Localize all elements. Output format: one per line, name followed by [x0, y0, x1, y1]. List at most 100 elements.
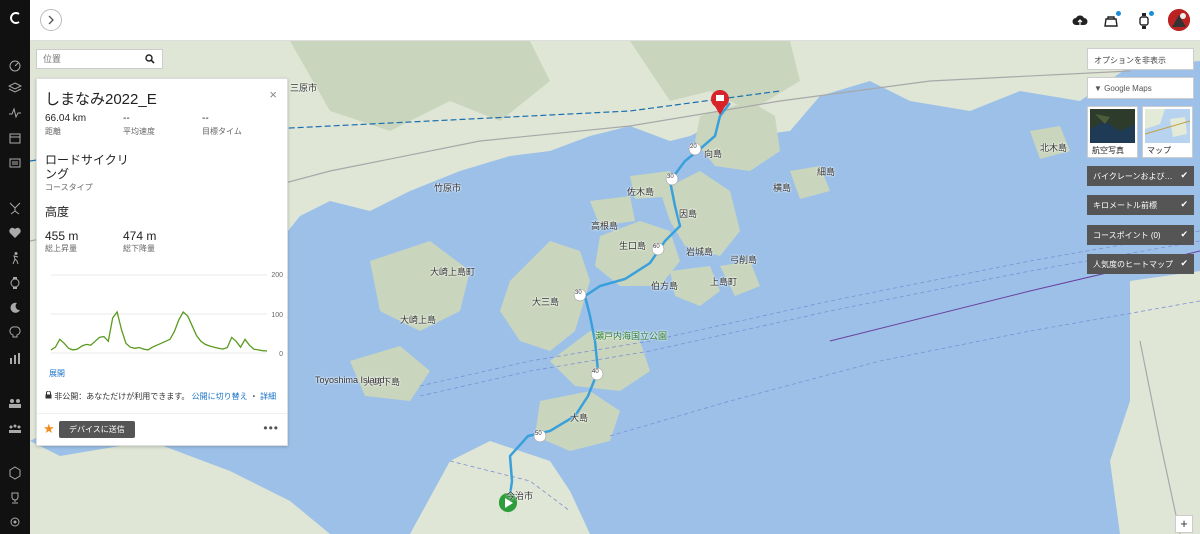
location-search — [36, 49, 163, 69]
send-to-device-button[interactable]: デバイスに送信 — [59, 421, 135, 438]
watch-icon[interactable] — [5, 273, 25, 293]
map-label: 今治市 — [506, 491, 534, 501]
route-km-badge: 30 — [667, 174, 674, 180]
layer-km-markers[interactable]: キロメートル前標 ✔ — [1087, 195, 1194, 215]
avg-speed-label: 平均速度 — [123, 127, 155, 136]
map-label: 瀬戸内海国立公園 — [595, 331, 668, 341]
make-public-link[interactable]: 公開に切り替え — [192, 392, 248, 401]
news-icon[interactable] — [5, 153, 25, 173]
target-time-label: 目標タイム — [202, 127, 242, 136]
settings-icon[interactable] — [5, 512, 25, 532]
map-label: 上島町 — [710, 277, 738, 287]
map-label: 生口島 — [619, 241, 647, 251]
map-label-text: マップ — [1147, 146, 1171, 155]
layers-icon[interactable] — [5, 78, 25, 98]
reports-icon[interactable] — [5, 348, 25, 368]
course-type-value: ロードサイクリング — [45, 153, 129, 181]
dashboard-icon[interactable] — [5, 55, 25, 75]
chevron-right-icon — [48, 15, 54, 25]
map-label: 大島 — [570, 413, 589, 423]
course-panel: しまなみ2022_E × 66.04 km 距離 -- 平均速度 -- 目標タイ… — [36, 78, 288, 446]
route-km-badge: 60 — [653, 244, 660, 250]
details-link[interactable]: 詳細 — [260, 392, 276, 401]
layer-course-points[interactable]: コースポイント (0) ✔ — [1087, 225, 1194, 245]
left-nav — [0, 0, 30, 534]
elevation-line — [50, 310, 268, 352]
trophy-icon[interactable] — [5, 488, 25, 508]
elevation-chart[interactable]: 200 100 0 — [45, 271, 285, 361]
device-icon[interactable] — [1134, 11, 1154, 31]
privacy-notice: 非公開：あなただけが利用できます。 公開に切り替え ・ 詳細 — [45, 390, 276, 402]
route-km-badge: 50 — [535, 431, 542, 437]
activity-icon[interactable] — [5, 103, 25, 123]
distance-label: 距離 — [45, 127, 61, 136]
map-label: Toyoshima Island — [315, 375, 385, 385]
map-label: 佐木島 — [627, 187, 655, 197]
insights-icon[interactable] — [5, 323, 25, 343]
connections-icon[interactable] — [5, 393, 25, 413]
y-tick-label: 200 — [271, 272, 283, 279]
map-label: 三原市 — [290, 83, 318, 93]
close-panel-button[interactable]: × — [269, 87, 277, 102]
stretch-icon[interactable] — [5, 198, 25, 218]
course-title: しまなみ2022_E — [45, 91, 157, 108]
sleep-icon[interactable] — [5, 298, 25, 318]
map-label: 大崎上島 — [400, 315, 437, 325]
location-search-input[interactable] — [37, 50, 145, 68]
map-label: 細島 — [817, 167, 836, 177]
map-label: 北木島 — [1040, 143, 1068, 153]
layer-bike-lanes[interactable]: バイクレーンおよびト... ✔ — [1087, 166, 1194, 186]
map-label: 竹原市 — [434, 183, 462, 193]
google-maps-selector[interactable]: ▼ Google Maps — [1087, 77, 1194, 99]
map-label: 大崎上島町 — [430, 267, 476, 277]
aerial-view-toggle[interactable]: 航空写真 — [1087, 106, 1138, 158]
layer-label: 人気度のヒートマップ — [1093, 260, 1173, 269]
map-label: 伯方島 — [651, 281, 679, 291]
expand-link[interactable]: 展開 — [49, 368, 65, 379]
expand-sidebar-button[interactable] — [40, 9, 62, 31]
map-view-toggle[interactable]: マップ — [1142, 106, 1193, 158]
map-label: 大三島 — [532, 297, 560, 307]
panel-footer: ★ デバイスに送信 ••• — [37, 413, 287, 446]
y-tick-label: 100 — [271, 312, 283, 319]
dropdown-arrow-icon: ▼ — [1094, 84, 1105, 93]
search-icon[interactable] — [145, 54, 155, 64]
y-tick-label: 0 — [279, 351, 283, 358]
layer-label: キロメートル前標 — [1093, 201, 1157, 210]
favorite-star-icon[interactable]: ★ — [43, 421, 55, 437]
map-label: 弓削島 — [730, 255, 758, 265]
aerial-label: 航空写真 — [1092, 146, 1124, 155]
total-descent-label: 総下降量 — [123, 244, 155, 253]
map-label: 向島 — [704, 149, 723, 159]
calendar-icon[interactable] — [5, 128, 25, 148]
map-label: 因島 — [679, 209, 698, 219]
groups-icon[interactable] — [5, 418, 25, 438]
zoom-in-button[interactable]: + — [1175, 515, 1193, 533]
notification-dot — [1116, 11, 1121, 16]
hide-options-button[interactable]: オプションを非表示 — [1087, 48, 1194, 70]
map-provider-label: Google Maps — [1104, 84, 1152, 93]
avatar[interactable] — [1168, 9, 1190, 31]
more-options-icon[interactable]: ••• — [263, 421, 279, 435]
device-dot — [1149, 11, 1154, 16]
notifications-icon[interactable] — [1101, 11, 1121, 31]
route-km-badge: 40 — [592, 369, 599, 375]
route-km-badge: 20 — [690, 144, 697, 150]
upload-icon[interactable] — [1070, 11, 1090, 31]
garmin-logo-icon[interactable] — [5, 8, 25, 28]
health-icon[interactable] — [5, 223, 25, 243]
run-icon[interactable] — [5, 248, 25, 268]
course-type-label: コースタイプ — [45, 183, 93, 192]
map-label: 高根島 — [591, 221, 619, 231]
distance-value: 66.04 km — [45, 113, 87, 124]
checkmark-icon: ✔ — [1180, 170, 1188, 180]
layer-label: コースポイント (0) — [1093, 231, 1161, 240]
total-ascent-value: 455 m — [45, 229, 79, 243]
badge-icon[interactable] — [5, 463, 25, 483]
lock-icon — [45, 390, 52, 399]
layer-label: バイクレーンおよびト... — [1093, 172, 1177, 181]
separator: ・ — [249, 392, 258, 401]
layer-popularity-heatmap[interactable]: 人気度のヒートマップ ✔ — [1087, 254, 1194, 274]
aerial-thumbnail — [1090, 109, 1135, 143]
route-km-badge: 30 — [575, 290, 582, 296]
